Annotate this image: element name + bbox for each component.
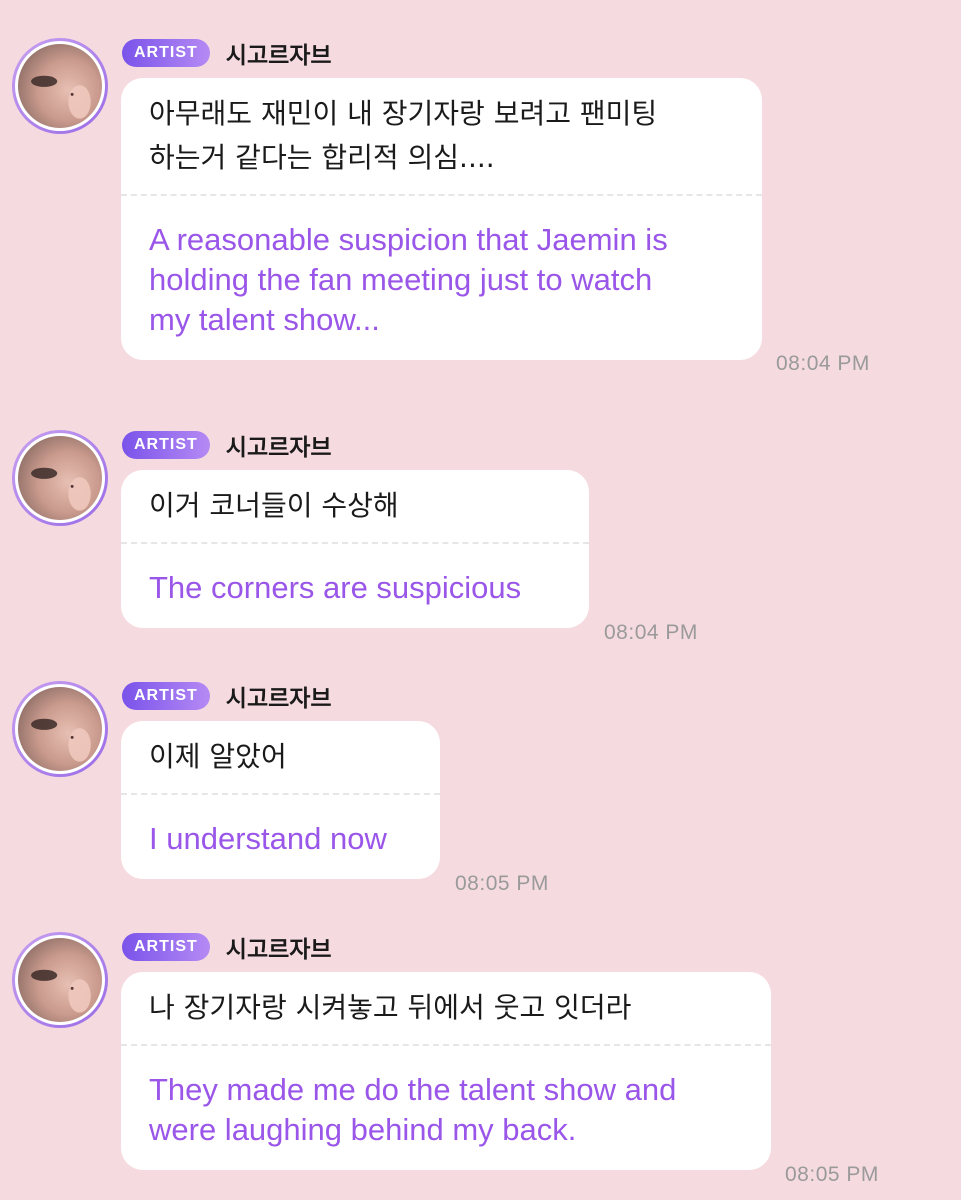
message-timestamp: 08:05 PM [785,1163,879,1186]
artist-badge: ARTIST [122,431,210,459]
artist-badge: ARTIST [122,39,210,67]
sender-name[interactable]: 시고르자브 [226,428,332,462]
artist-badge: ARTIST [122,682,210,710]
original-text: 나 장기자랑 시켜놓고 뒤에서 웃고 잇더라 [149,991,632,1024]
translated-text: I understand now [149,821,387,856]
artist-badge: ARTIST [122,933,210,961]
message-timestamp: 08:04 PM [776,352,870,375]
message-header: ARTIST 시고르자브 [122,679,332,713]
sender-name[interactable]: 시고르자브 [226,36,332,70]
original-text: 이거 코너들이 수상해 [149,489,399,522]
avatar-image [15,41,105,131]
message-header: ARTIST 시고르자브 [122,930,332,964]
translated-text: The corners are suspicious [149,570,522,605]
message-bubble[interactable]: 나 장기자랑 시켜놓고 뒤에서 웃고 잇더라 They made me do t… [121,972,771,1170]
sender-name[interactable]: 시고르자브 [226,679,332,713]
message-bubble[interactable]: 아무래도 재민이 내 장기자랑 보려고 팬미팅 하는거 같다는 합리적 의심..… [121,78,762,360]
artist-avatar[interactable] [12,430,108,526]
message-bubble[interactable]: 이거 코너들이 수상해 The corners are suspicious [121,470,589,628]
avatar-image [15,935,105,1025]
message-header: ARTIST 시고르자브 [122,428,332,462]
message-bubble[interactable]: 이제 알았어 I understand now [121,721,440,879]
avatar-image [15,684,105,774]
sender-name[interactable]: 시고르자브 [226,930,332,964]
avatar-image [15,433,105,523]
artist-avatar[interactable] [12,38,108,134]
artist-avatar[interactable] [12,932,108,1028]
original-text: 아무래도 재민이 내 장기자랑 보려고 팬미팅 하는거 같다는 합리적 의심..… [149,97,658,174]
message-header: ARTIST 시고르자브 [122,36,332,70]
message-timestamp: 08:05 PM [455,872,549,895]
message-timestamp: 08:04 PM [604,621,698,644]
artist-avatar[interactable] [12,681,108,777]
translated-text: They made me do the talent show and were… [149,1072,677,1147]
original-text: 이제 알았어 [149,740,287,773]
translated-text: A reasonable suspicion that Jaemin is ho… [149,222,668,337]
